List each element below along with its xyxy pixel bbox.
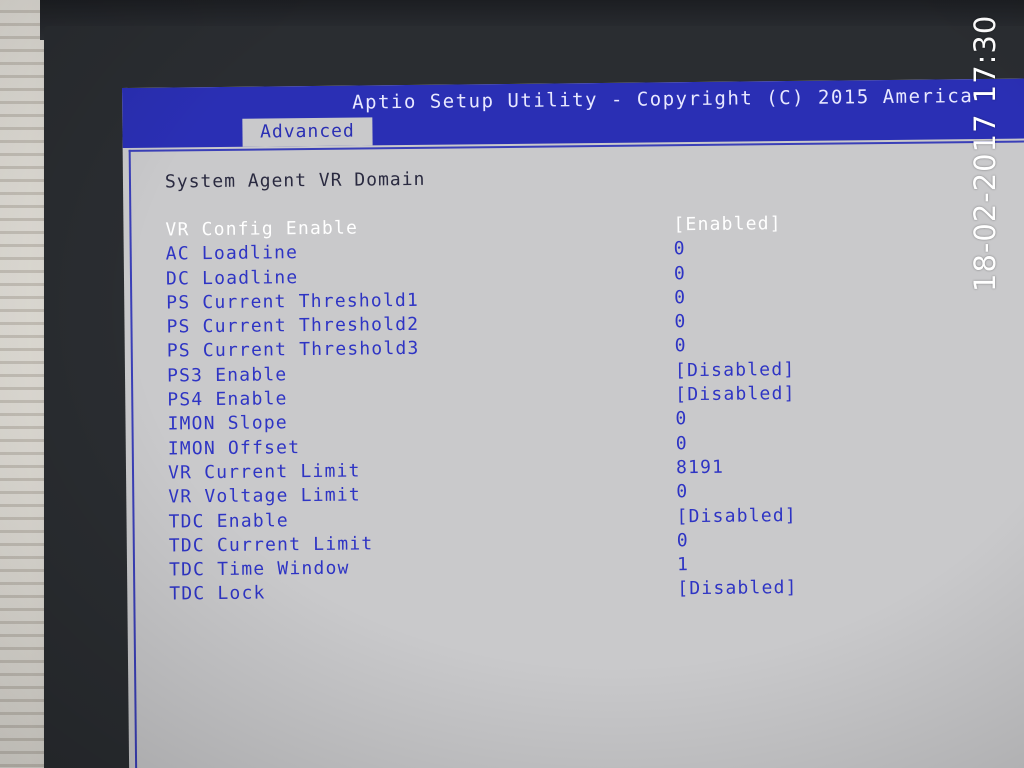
setting-value[interactable]: 0 xyxy=(677,530,689,551)
window-blinds xyxy=(0,0,44,768)
setting-value[interactable]: 0 xyxy=(674,287,686,308)
tab-advanced[interactable]: Advanced xyxy=(242,117,373,147)
setting-value[interactable]: 8191 xyxy=(676,457,724,479)
setting-label: VR Config Enable xyxy=(165,217,359,241)
setting-label: AC Loadline xyxy=(165,242,299,265)
setting-label: PS Current Threshold2 xyxy=(166,314,420,338)
setting-value[interactable]: 0 xyxy=(676,481,688,502)
setting-label: IMON Offset xyxy=(167,436,301,460)
setting-value[interactable]: 0 xyxy=(674,311,686,332)
setting-value[interactable]: 0 xyxy=(674,263,686,284)
setting-value[interactable]: 0 xyxy=(674,238,686,259)
setting-value[interactable]: [Enabled] xyxy=(673,213,782,235)
setting-value[interactable]: [Disabled] xyxy=(675,383,796,405)
setting-value[interactable]: 0 xyxy=(675,408,687,429)
settings-panel: System Agent VR Domain VR Config Enable … xyxy=(128,138,1024,768)
bios-screen: Aptio Setup Utility - Copyright (C) 2015… xyxy=(122,78,1024,768)
setting-value[interactable]: 1 xyxy=(677,554,689,575)
setting-label: PS Current Threshold1 xyxy=(166,289,420,314)
setting-label: VR Current Limit xyxy=(167,460,361,484)
setting-label: TDC Lock xyxy=(169,582,266,605)
setting-value[interactable]: 0 xyxy=(676,433,688,454)
photo-scene: Aptio Setup Utility - Copyright (C) 2015… xyxy=(0,0,1024,768)
setting-label: TDC Time Window xyxy=(168,557,350,581)
setting-value[interactable]: [Disabled] xyxy=(675,359,796,381)
setting-label: IMON Slope xyxy=(167,412,289,435)
settings-list: VR Config Enable [Enabled] AC Loadline 0… xyxy=(165,209,1024,608)
setting-label: TDC Current Limit xyxy=(168,533,374,557)
section-title: System Agent VR Domain xyxy=(164,168,426,193)
setting-label: VR Voltage Limit xyxy=(168,484,361,508)
setting-label: PS3 Enable xyxy=(166,364,288,387)
setting-value[interactable]: [Disabled] xyxy=(676,505,797,527)
setting-label: PS Current Threshold3 xyxy=(166,338,420,363)
setting-value[interactable]: 0 xyxy=(675,336,687,357)
setting-label: TDC Enable xyxy=(168,509,290,533)
setting-label: PS4 Enable xyxy=(167,388,288,411)
bios-title: Aptio Setup Utility - Copyright (C) 2015… xyxy=(352,85,974,114)
setting-value[interactable]: [Disabled] xyxy=(677,577,798,599)
photo-timestamp: 18-02-2017 17:30 xyxy=(968,14,1002,292)
setting-label: DC Loadline xyxy=(165,266,299,290)
